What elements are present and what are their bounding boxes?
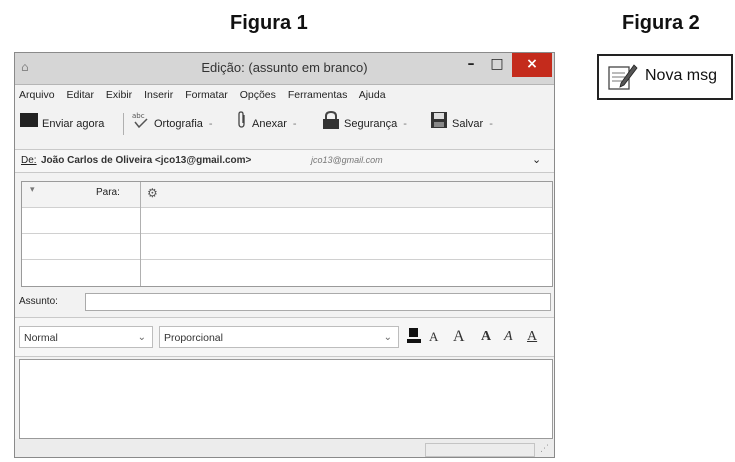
menu-ferramentas[interactable]: Ferramentas [288, 89, 348, 101]
decrease-font-button[interactable]: A [429, 327, 438, 347]
paperclip-icon [235, 110, 249, 138]
contact-icon: ⚙ [147, 186, 158, 200]
menu-inserir[interactable]: Inserir [144, 89, 173, 101]
italic-button[interactable]: A [504, 327, 513, 347]
svg-text:abc: abc [132, 112, 145, 120]
recipient-type-column [22, 182, 141, 286]
underline-button[interactable]: A [527, 327, 537, 347]
bold-button[interactable]: A [481, 327, 491, 347]
minimize-button[interactable]: – [459, 53, 483, 77]
resize-grip-icon[interactable]: ⋰ [540, 444, 549, 454]
subject-input[interactable] [85, 293, 551, 311]
font-value: Proporcional [164, 332, 223, 344]
security-button[interactable]: Segurança - [321, 110, 407, 138]
from-account: jco13@gmail.com [311, 155, 383, 165]
status-bar: ⋰ [15, 439, 554, 457]
new-message-label: Nova msg [645, 67, 718, 84]
save-button[interactable]: Salvar - [429, 110, 493, 138]
title-bar: ⌂ Edição: (assunto em branco) – □ × [15, 53, 554, 85]
paragraph-style-value: Normal [24, 332, 58, 344]
send-now-label: Enviar agora [42, 118, 105, 130]
send-icon [19, 111, 39, 137]
from-label: De: [21, 155, 37, 166]
menu-arquivo[interactable]: Arquivo [19, 89, 55, 101]
recipients-table: ▾ Para: ⚙ [21, 181, 553, 287]
format-toolbar: Normal ⌄ Proporcional ⌄ A A A A A [15, 317, 554, 357]
save-icon [429, 110, 449, 138]
paragraph-style-select[interactable]: Normal ⌄ [19, 326, 153, 348]
new-message-button[interactable]: Nova msg [597, 54, 733, 100]
send-now-button[interactable]: Enviar agora [19, 113, 104, 135]
spellcheck-icon: abc [131, 110, 151, 138]
increase-font-button[interactable]: A [453, 327, 465, 347]
status-panel [425, 443, 535, 457]
from-value: João Carlos de Oliveira <jco13@gmail.com… [41, 155, 252, 166]
chevron-down-icon[interactable]: ⌄ [532, 153, 541, 166]
attach-button[interactable]: Anexar - [235, 110, 297, 138]
figure-2-label: Figura 2 [622, 12, 700, 34]
maximize-button[interactable]: □ [485, 53, 509, 77]
subject-label: Assunto: [19, 296, 58, 307]
chevron-down-icon: ⌄ [137, 332, 146, 343]
compose-icon [607, 63, 639, 97]
close-button[interactable]: × [512, 53, 552, 77]
menu-exibir[interactable]: Exibir [106, 89, 132, 101]
font-select[interactable]: Proporcional ⌄ [159, 326, 399, 348]
save-label: Salvar [452, 118, 484, 130]
menu-formatar[interactable]: Formatar [185, 89, 228, 101]
security-label: Segurança [344, 118, 398, 130]
attach-label: Anexar [252, 118, 287, 130]
text-color-icon[interactable] [405, 327, 423, 347]
from-row[interactable]: De: João Carlos de Oliveira <jco13@gmail… [15, 149, 554, 173]
spelling-dropdown[interactable]: - [209, 113, 213, 135]
toolbar: Enviar agora abc Ortografia - Anexar - S… [19, 110, 549, 139]
menu-ajuda[interactable]: Ajuda [359, 89, 386, 101]
spelling-button[interactable]: abc Ortografia - [131, 110, 213, 138]
figure-1-label: Figura 1 [230, 12, 308, 34]
subject-row: Assunto: [19, 293, 551, 311]
attach-dropdown[interactable]: - [293, 113, 297, 135]
chevron-down-icon: ⌄ [383, 332, 392, 343]
save-dropdown[interactable]: - [489, 113, 493, 135]
message-body[interactable] [19, 359, 553, 439]
lock-icon [321, 110, 341, 138]
menu-editar[interactable]: Editar [67, 89, 94, 101]
menu-opcoes[interactable]: Opções [240, 89, 276, 101]
compose-window: ⌂ Edição: (assunto em branco) – □ × Arqu… [14, 52, 555, 458]
spelling-label: Ortografia [154, 118, 203, 130]
menu-bar: Arquivo Editar Exibir Inserir Formatar O… [19, 89, 395, 105]
toolbar-separator [123, 113, 124, 135]
security-dropdown[interactable]: - [403, 113, 407, 135]
